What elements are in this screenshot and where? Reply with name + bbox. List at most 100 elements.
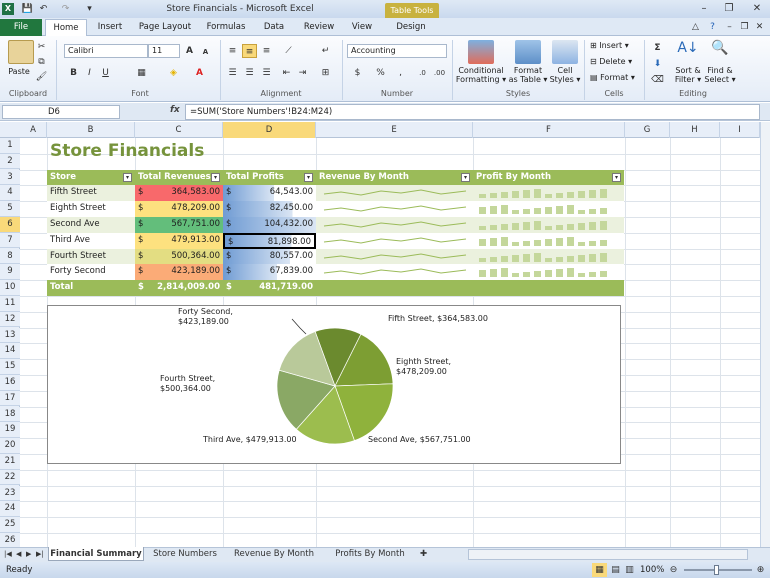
merge-center-icon[interactable]: ⊞ xyxy=(318,66,333,80)
sheet-nav-last-icon[interactable]: ▶| xyxy=(36,547,44,561)
conditional-formatting-button[interactable]: Conditional Formatting ▾ xyxy=(454,66,508,84)
tab-view[interactable]: View xyxy=(345,19,379,36)
profit-sparkline-cell[interactable] xyxy=(473,232,624,249)
format-painter-icon[interactable]: 🖌 xyxy=(34,70,49,84)
copy-icon[interactable]: ⧉ xyxy=(34,55,49,69)
row-header-6[interactable]: 6 xyxy=(0,217,20,233)
align-left-icon[interactable]: ☰ xyxy=(225,66,240,80)
doc-close-icon[interactable]: ✕ xyxy=(752,20,767,34)
row-header-15[interactable]: 15 xyxy=(0,359,20,375)
row-header-11[interactable]: 11 xyxy=(0,296,20,312)
decrease-indent-icon[interactable]: ⇤ xyxy=(279,66,294,80)
page-layout-view-icon[interactable]: ▤ xyxy=(608,563,623,577)
help-icon[interactable]: ? xyxy=(705,20,720,34)
tab-design[interactable]: Design xyxy=(387,19,435,36)
row-header-18[interactable]: 18 xyxy=(0,406,20,423)
font-color-icon[interactable]: A xyxy=(192,66,207,80)
underline-icon[interactable]: U xyxy=(98,66,113,80)
close-icon[interactable]: ✕ xyxy=(750,3,764,15)
doc-minimize-icon[interactable]: – xyxy=(722,20,737,34)
sort-filter-button[interactable]: Sort & Filter ▾ xyxy=(670,66,706,84)
profit-cell[interactable]: $64,543.00 xyxy=(223,185,316,202)
align-middle-icon[interactable]: ≡ xyxy=(242,44,257,58)
row-header-9[interactable]: 9 xyxy=(0,264,20,280)
increase-indent-icon[interactable]: ⇥ xyxy=(295,66,310,80)
sheet-tab-financial-summary[interactable]: Financial Summary xyxy=(48,547,144,561)
increase-decimal-icon[interactable]: .0 xyxy=(415,66,430,80)
column-header-h[interactable]: H xyxy=(670,122,720,138)
conditional-formatting-icon[interactable] xyxy=(468,40,494,64)
align-bottom-icon[interactable]: ≡ xyxy=(259,44,274,58)
row-header-22[interactable]: 22 xyxy=(0,469,20,486)
column-header-a[interactable]: A xyxy=(20,122,47,138)
total-profit-cell[interactable]: $481,719.00 xyxy=(223,280,316,296)
sheet-tab-revenue-by-month[interactable]: Revenue By Month xyxy=(230,547,318,561)
row-header-1[interactable]: 1 xyxy=(0,138,20,154)
profit-sparkline-cell[interactable] xyxy=(473,248,624,265)
row-header-10[interactable]: 10 xyxy=(0,280,20,296)
align-right-icon[interactable]: ☰ xyxy=(259,66,274,80)
profit-sparkline-cell[interactable] xyxy=(473,217,624,233)
bold-icon[interactable]: B xyxy=(66,66,81,80)
insert-cells-button[interactable]: ⊞ Insert ▾ xyxy=(590,41,640,50)
revenue-cell[interactable]: $364,583.00 xyxy=(135,185,223,202)
sheet-tab-profits-by-month[interactable]: Profits By Month xyxy=(330,547,410,561)
row-header-21[interactable]: 21 xyxy=(0,454,20,470)
table-header-1[interactable]: Store ▾ xyxy=(47,169,135,186)
font-name-select[interactable]: Calibri xyxy=(64,44,148,58)
row-header-20[interactable]: 20 xyxy=(0,438,20,454)
insert-sheet-icon[interactable]: ✚ xyxy=(420,547,427,561)
table-header-3[interactable]: Total Profits ▾ xyxy=(223,169,316,186)
normal-view-icon[interactable]: ▦ xyxy=(592,563,607,577)
profit-cell[interactable]: $104,432.00 xyxy=(223,217,316,233)
column-header-f[interactable]: F xyxy=(473,122,625,138)
profit-sparkline-cell[interactable] xyxy=(473,264,624,281)
table-header-5[interactable]: Profit By Month ▾ xyxy=(473,169,624,186)
doc-restore-icon[interactable]: ❐ xyxy=(737,20,752,34)
revenue-sparkline-cell[interactable] xyxy=(316,185,473,202)
revenue-sparkline-cell[interactable] xyxy=(316,232,473,249)
percent-icon[interactable]: % xyxy=(373,66,388,80)
total-revenue-cell[interactable]: $2,814,009.00 xyxy=(135,280,223,296)
format-cells-button[interactable]: ▤ Format ▾ xyxy=(590,73,640,82)
row-header-2[interactable]: 2 xyxy=(0,153,20,170)
fill-color-icon[interactable]: ◈ xyxy=(166,66,181,80)
revenue-sparkline-cell[interactable] xyxy=(316,201,473,217)
row-header-17[interactable]: 17 xyxy=(0,390,20,407)
profit-cell[interactable]: $67,839.00 xyxy=(223,264,316,281)
column-header-i[interactable]: I xyxy=(720,122,760,138)
zoom-level[interactable]: 100% xyxy=(640,562,664,578)
tab-formulas[interactable]: Formulas xyxy=(200,19,252,36)
find-select-icon[interactable]: 🔍 xyxy=(707,40,733,64)
row-header-19[interactable]: 19 xyxy=(0,422,20,438)
profit-cell[interactable]: $82,450.00 xyxy=(223,201,316,217)
column-header-c[interactable]: C xyxy=(135,122,223,138)
total-empty-cell[interactable] xyxy=(473,280,624,296)
format-as-table-button[interactable]: Format as Table ▾ xyxy=(508,66,548,84)
revenue-sparkline-cell[interactable] xyxy=(316,248,473,265)
cell-styles-icon[interactable] xyxy=(552,40,578,64)
delete-cells-button[interactable]: ⊟ Delete ▾ xyxy=(590,57,640,66)
font-size-select[interactable]: 11 xyxy=(148,44,180,58)
profit-cell[interactable]: $81,898.00 xyxy=(223,232,316,249)
insert-function-icon[interactable]: fx xyxy=(170,105,180,115)
grow-font-icon[interactable]: A xyxy=(182,44,197,58)
tab-data[interactable]: Data xyxy=(255,19,293,36)
row-header-14[interactable]: 14 xyxy=(0,343,20,359)
tab-review[interactable]: Review xyxy=(298,19,340,36)
restore-icon[interactable]: ❐ xyxy=(722,3,736,15)
store-name-cell[interactable]: Third Ave xyxy=(47,232,135,249)
shrink-font-icon[interactable]: A xyxy=(198,45,213,59)
minimize-ribbon-icon[interactable]: △ xyxy=(688,20,703,34)
table-header-2[interactable]: Total Revenues ▾ xyxy=(135,169,223,186)
find-select-button[interactable]: Find & Select ▾ xyxy=(702,66,738,84)
minimize-icon[interactable]: – xyxy=(697,3,711,15)
profit-cell[interactable]: $80,557.00 xyxy=(223,248,316,265)
store-name-cell[interactable]: Forty Second xyxy=(47,264,135,281)
comma-icon[interactable]: , xyxy=(393,66,408,80)
italic-icon[interactable]: I xyxy=(82,66,97,80)
zoom-slider-thumb[interactable] xyxy=(714,565,719,575)
column-header-g[interactable]: G xyxy=(625,122,670,138)
row-header-3[interactable]: 3 xyxy=(0,169,20,186)
sheet-nav-next-icon[interactable]: ▶ xyxy=(26,547,31,561)
